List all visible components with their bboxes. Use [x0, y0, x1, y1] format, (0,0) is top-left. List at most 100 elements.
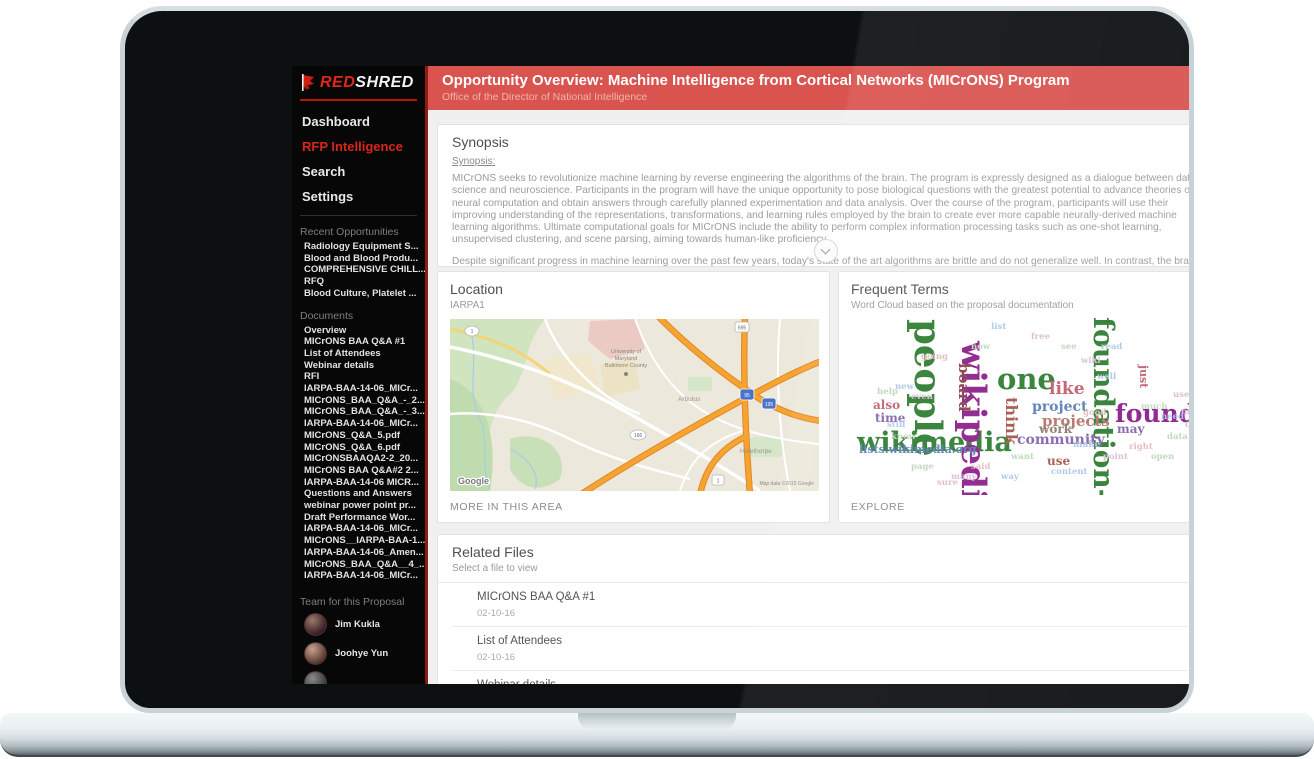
document-item[interactable]: MICrONS_Q&A_5.pdf [304, 430, 425, 442]
team-list: Jim Kukla Joohye Yun [292, 610, 425, 684]
document-item[interactable]: MICrONS_BAA_Q&A_-_3... [304, 406, 425, 418]
document-item[interactable]: IARPA-BAA-14-06_MICr... [304, 570, 425, 582]
sidebar-item-rfp-intelligence[interactable]: RFP Intelligence [292, 134, 425, 159]
word-cloud-term: data [1167, 432, 1188, 442]
team-member-row[interactable] [292, 668, 425, 684]
document-item[interactable]: Questions and Answers [304, 488, 425, 500]
map-marker [624, 372, 628, 376]
sidebar-item-search[interactable]: Search [292, 159, 425, 184]
map-label-arbutus: Arbutus [678, 396, 701, 403]
recent-opportunity-item[interactable]: COMPREHENSIVE CHILL... [304, 264, 425, 276]
recent-opportunity-item[interactable]: Blood Culture, Platelet ... [304, 288, 425, 300]
word-cloud-term: lists.wikimedia.org [859, 443, 977, 456]
page-subtitle: Office of the Director of National Intel… [442, 91, 648, 103]
word-cloud-term: user [1173, 390, 1194, 400]
sidebar-divider [300, 215, 417, 216]
page-title: Opportunity Overview: Machine Intelligen… [442, 72, 1070, 89]
word-cloud-term: well [1097, 372, 1117, 382]
document-item[interactable]: MICrONSBAAQA2-2_20... [304, 453, 425, 465]
word-cloud-term: like [1049, 379, 1085, 399]
document-item[interactable]: IARPA-BAA-14-06_MICr... [304, 418, 425, 430]
document-item[interactable]: MICrONS_Q&A_6.pdf [304, 442, 425, 454]
redshred-flag-icon [302, 74, 314, 91]
file-name: Webinar details [477, 679, 1189, 684]
word-cloud-term: one [997, 362, 1056, 396]
frequent-terms-subtitle: Word Cloud based on the proposal documen… [851, 300, 1074, 311]
document-item[interactable]: IARPA-BAA-14-06 MICR... [304, 477, 425, 489]
related-files-title: Related Files [452, 544, 534, 560]
document-item[interactable]: webinar power point pr... [304, 500, 425, 512]
related-files-list: MICrONS BAA Q&A #1 02-10-16 List of Attend… [452, 583, 1189, 684]
document-item[interactable]: MICrONS BAA Q&A#2 2... [304, 465, 425, 477]
redshred-logo[interactable]: REDSHRED [292, 66, 425, 92]
document-item[interactable]: MICrONS BAA Q&A #1 [304, 336, 425, 348]
map-label-halethorpe: Halethorpe [740, 448, 772, 455]
word-cloud-term: work [1039, 422, 1072, 436]
explore-link[interactable]: EXPLORE [851, 501, 905, 513]
synopsis-label: Synopsis: [452, 156, 496, 167]
word-cloud-term: sure [937, 478, 958, 488]
svg-text:1: 1 [717, 479, 720, 485]
recent-opportunity-item[interactable]: Radiology Equipment S... [304, 241, 425, 253]
document-item[interactable]: IARPA-BAA-14-06_MICr... [304, 383, 425, 395]
word-cloud-term: point [1103, 452, 1128, 462]
word-cloud-term: said [971, 462, 991, 472]
team-member-name: Jim Kukla [335, 618, 380, 630]
laptop-screen-bezel: REDSHRED Dashboard RFP Intelligence Search… [120, 6, 1194, 713]
word-cloud-term: page [911, 462, 934, 472]
document-item[interactable]: Webinar details [304, 360, 425, 372]
document-item[interactable]: IARPA-BAA-14-06_Amen... [304, 547, 425, 559]
document-item[interactable]: Overview [304, 325, 425, 337]
document-item[interactable]: List of Attendees [304, 348, 425, 360]
word-cloud-term: list [991, 322, 1007, 332]
file-row[interactable]: MICrONS BAA Q&A #1 02-10-16 [452, 583, 1189, 627]
recent-opportunity-item[interactable]: Blood and Blood Produ... [304, 253, 425, 265]
word-cloud-term: still [887, 420, 906, 430]
document-item[interactable]: MICrONS__IARPA-BAA-1... [304, 535, 425, 547]
location-title: Location [450, 281, 503, 297]
more-in-this-area-link[interactable]: MORE IN THIS AREA [450, 501, 563, 513]
svg-text:195: 195 [765, 402, 774, 408]
file-row[interactable]: Webinar details [452, 671, 1189, 684]
document-item[interactable]: RFI [304, 371, 425, 383]
map-image: University of Maryland Baltimore County … [450, 319, 819, 491]
frequent-terms-card: Frequent Terms Word Cloud based on the p… [838, 271, 1194, 523]
laptop-notch [578, 713, 736, 730]
redshred-logo-text: REDSHRED [320, 74, 414, 91]
main-area: Opportunity Overview: Machine Intelligen… [428, 66, 1194, 684]
sidebar-item-dashboard[interactable]: Dashboard [292, 109, 425, 134]
google-logo: Google [458, 476, 489, 486]
document-item[interactable]: MICrONS_BAA_Q&A__4_... [304, 559, 425, 571]
document-item[interactable]: IARPA-BAA-14-06_MICr... [304, 523, 425, 535]
location-card: Location IARPA1 University of Maryland B… [437, 271, 830, 523]
synopsis-expand-button[interactable] [814, 239, 838, 263]
team-member-row[interactable]: Jim Kukla [292, 610, 425, 639]
document-item[interactable]: Draft Performance Wor... [304, 512, 425, 524]
map-label-university: University of [611, 349, 642, 355]
team-member-row[interactable]: Joohye Yun [292, 639, 425, 668]
avatar [304, 641, 327, 665]
synopsis-paragraph-1: MICrONS seeks to revolutionize machine l… [452, 173, 1194, 246]
word-cloud-term: want [1011, 452, 1034, 462]
word-cloud-term: also [873, 398, 901, 412]
word-cloud-term: content [1051, 467, 1088, 477]
location-map[interactable]: University of Maryland Baltimore County … [450, 319, 819, 491]
sidebar: REDSHRED Dashboard RFP Intelligence Search… [292, 66, 428, 684]
laptop-base [0, 713, 1314, 757]
recent-opportunities-list: Radiology Equipment S... Blood and Blood … [292, 240, 425, 300]
synopsis-title: Synopsis [452, 134, 509, 150]
word-cloud-term: help [877, 387, 898, 397]
file-row[interactable]: List of Attendees 02-10-16 [452, 627, 1189, 671]
sidebar-nav: Dashboard RFP Intelligence Search Settings [292, 107, 425, 209]
word-cloud: wikimedia people wikipedia one foundation-l f… [851, 313, 1194, 495]
recent-opportunity-item[interactable]: RFQ [304, 276, 425, 288]
team-header: Team for this Proposal [300, 595, 405, 608]
word-cloud-term: may [1117, 422, 1145, 436]
word-cloud-term: know [891, 432, 917, 442]
document-item[interactable]: MICrONS_BAA_Q&A_-_2... [304, 395, 425, 407]
sidebar-item-settings[interactable]: Settings [292, 184, 425, 209]
file-date: 02-10-16 [477, 652, 516, 663]
word-cloud-term: going [921, 352, 948, 362]
word-cloud-term: mail [1181, 407, 1190, 417]
team-member-name: Joohye Yun [335, 647, 389, 659]
